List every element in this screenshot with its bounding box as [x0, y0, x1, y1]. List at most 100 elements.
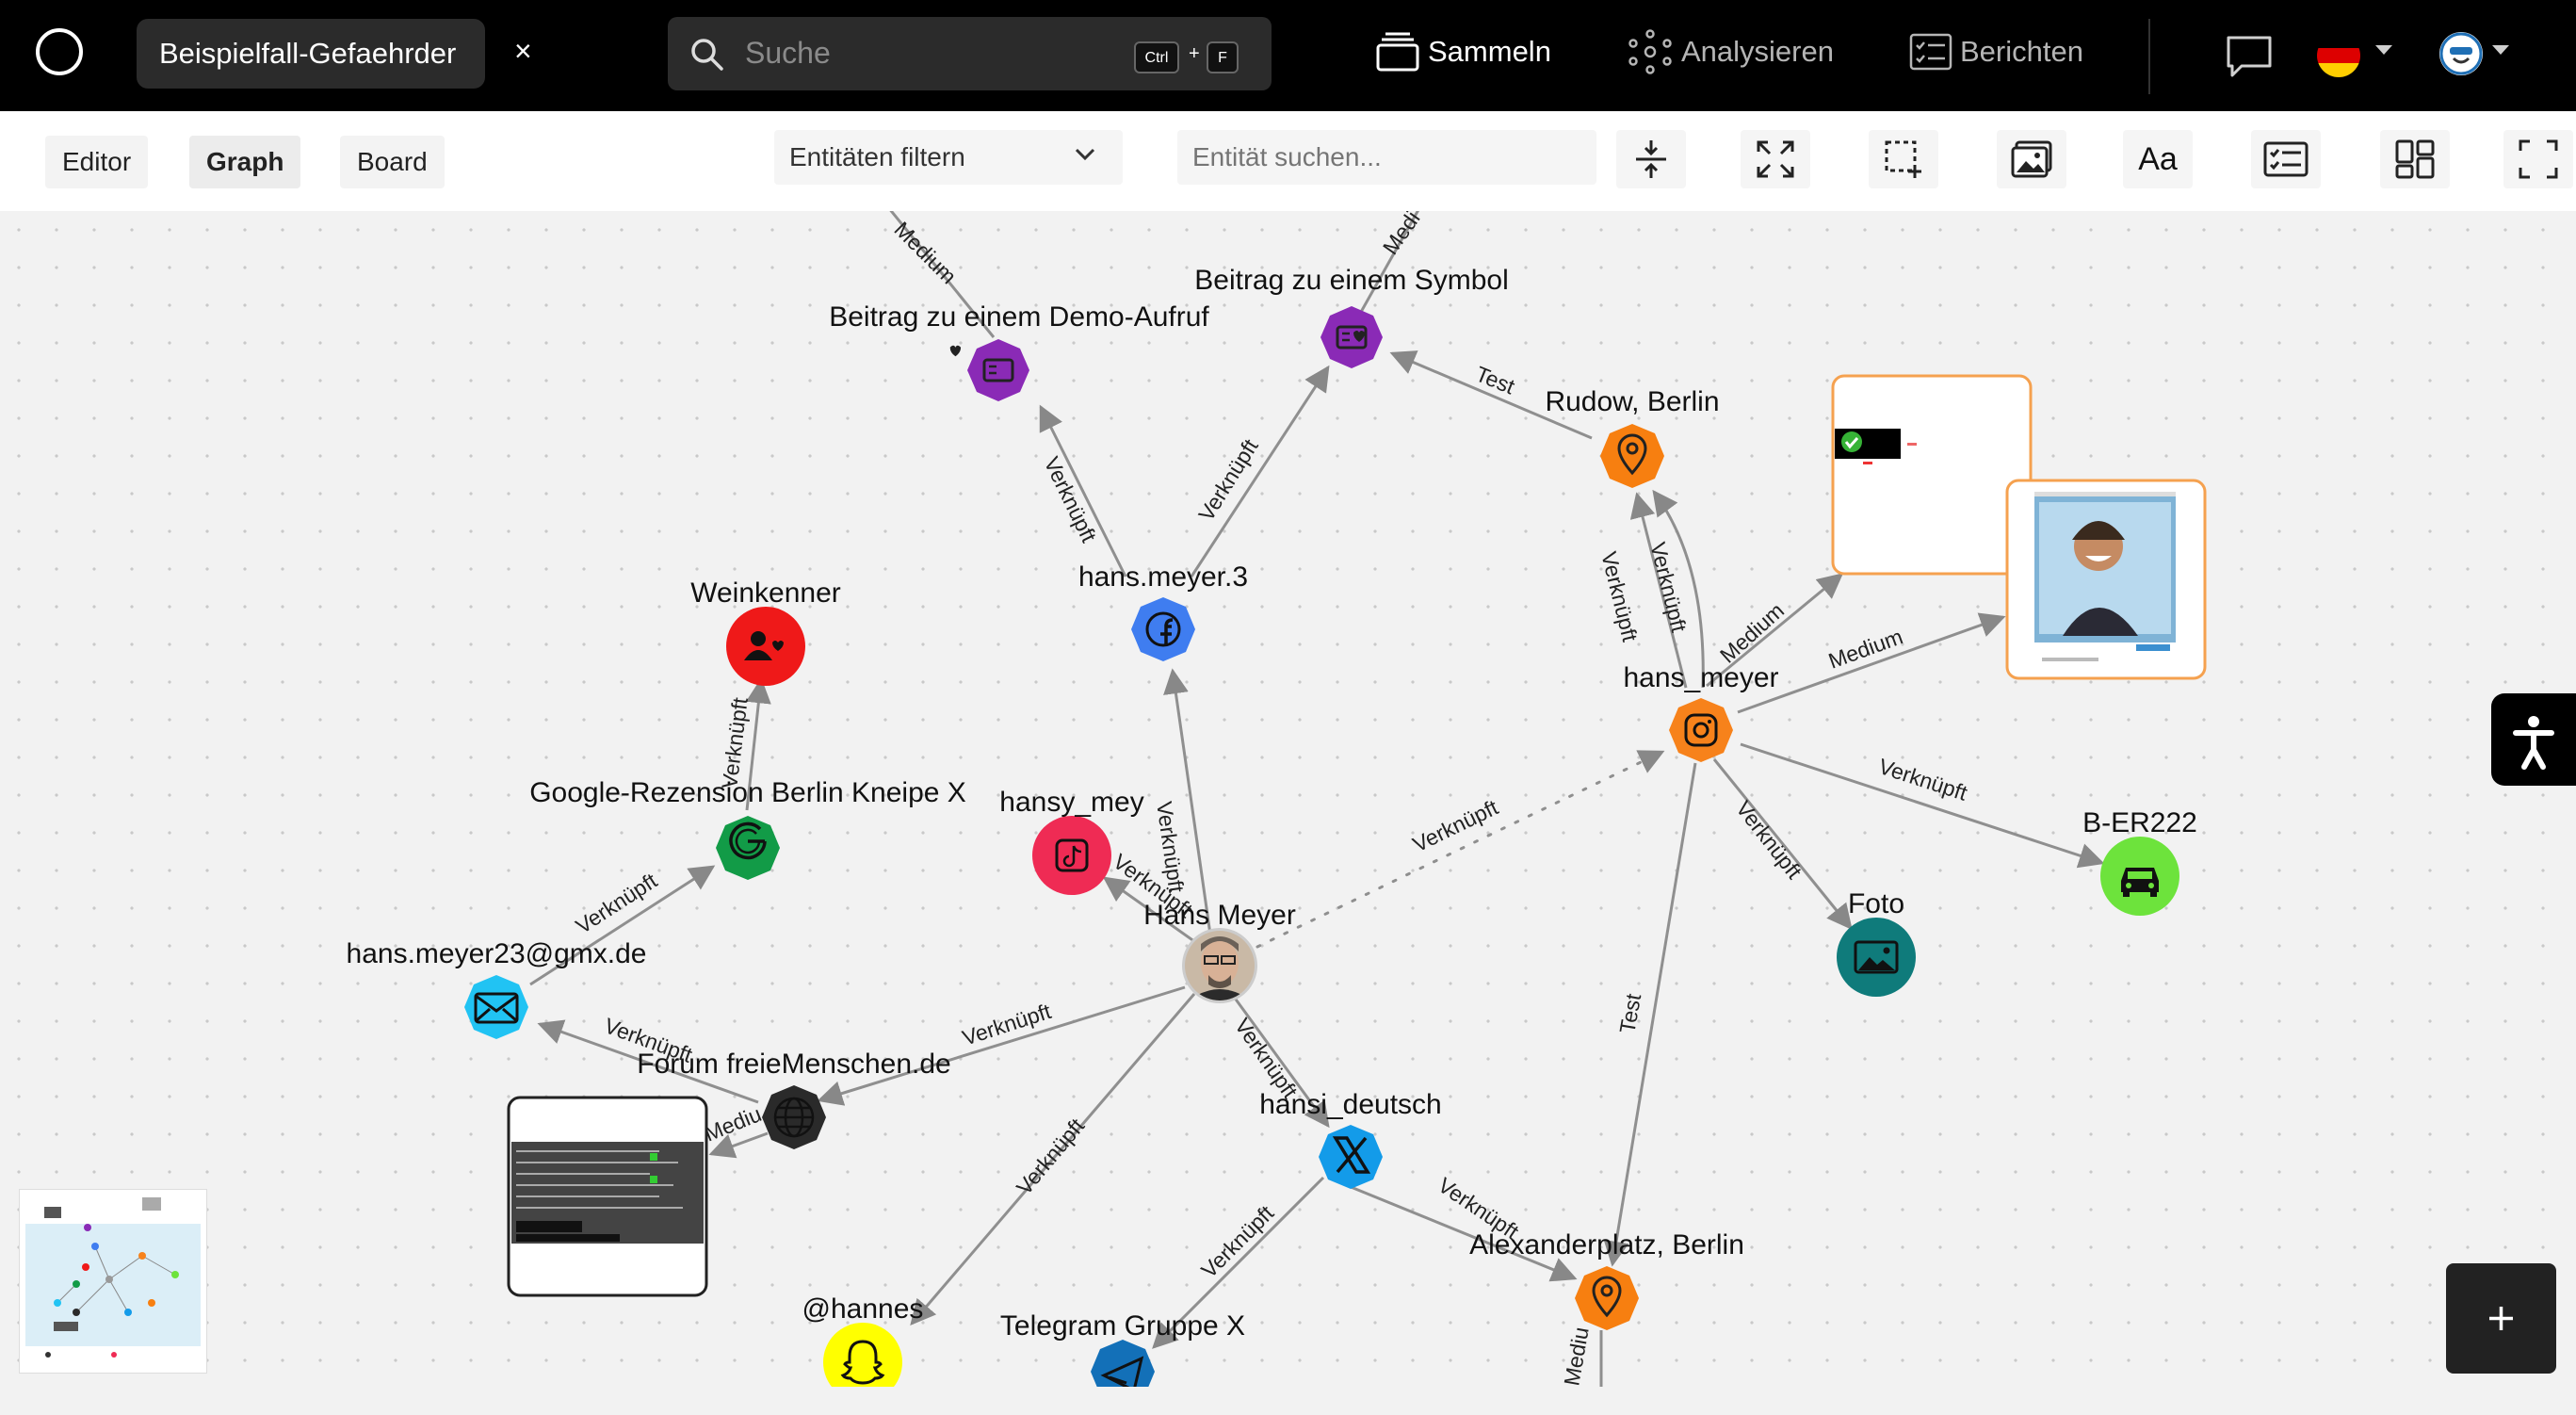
edge-label-ig-photo: Verknüpft: [1731, 796, 1807, 884]
node-twitter[interactable]: [1319, 1125, 1383, 1189]
graph-minimap[interactable]: [19, 1189, 207, 1374]
label-twitter: hansi_deutsch: [1259, 1089, 1441, 1120]
tab-editor[interactable]: Editor: [45, 136, 149, 188]
node-email[interactable]: [464, 975, 528, 1039]
label-photo: Foto: [1848, 888, 1904, 919]
node-plate[interactable]: [2100, 837, 2179, 916]
entity-search-input[interactable]: [1177, 130, 1596, 185]
node-rudow[interactable]: [1600, 424, 1664, 488]
tab-board[interactable]: Board: [340, 136, 445, 188]
image-icon: [2011, 140, 2052, 178]
report-list-icon: [1909, 33, 1952, 71]
shortcut-f-key: F: [1207, 41, 1239, 73]
graph-svg[interactable]: Verknüpft Verknüpft Verknüpft Verknüpft …: [0, 211, 2576, 1387]
top-navigation-bar: Beispielfall-Gefaehrder × Suche Ctrl + F…: [0, 0, 2576, 111]
edge-label-twitter-telegram: Verknüpft: [1196, 1200, 1279, 1283]
label-fb-account: hans.meyer.3: [1078, 561, 1248, 593]
edge-hans-forum[interactable]: [817, 985, 1186, 1106]
compress-vertical-icon: [1636, 140, 1666, 178]
node-snapchat[interactable]: [823, 1323, 902, 1387]
image-node-post-screenshot[interactable]: [1831, 374, 2033, 576]
label-symbol-post: Beitrag zu einem Symbol: [1194, 265, 1509, 296]
nav-divider: [2148, 19, 2150, 94]
edge-label-google-weinkenner: Verknüpft: [717, 695, 753, 789]
node-instagram[interactable]: [1669, 698, 1733, 762]
node-symbol-post[interactable]: [1320, 306, 1383, 368]
edge-label-demo-top: Medium: [889, 217, 961, 288]
stack-icon: [1376, 32, 1419, 72]
entity-filter-label: Entitäten filtern: [789, 142, 965, 171]
nav-collect-label: Sammeln: [1428, 35, 1551, 68]
nav-collect[interactable]: Sammeln: [1375, 28, 1551, 75]
fullscreen-icon: [2519, 139, 2558, 179]
compact-layout-button[interactable]: [1616, 130, 1686, 188]
search-placeholder: Suche: [745, 36, 831, 70]
image-node-screenshot[interactable]: [507, 1096, 708, 1297]
fit-view-button[interactable]: [1741, 130, 1810, 188]
edge-label-forum-screenshot: Mediu: [701, 1101, 765, 1147]
edge-label-ig-image1: Medium: [1715, 598, 1789, 668]
graph-canvas[interactable]: Verknüpft Verknüpft Verknüpft Verknüpft …: [0, 211, 2576, 1387]
case-tab-label: Beispielfall-Gefaehrder: [159, 37, 457, 70]
edge-label-hans-snapchat: Verknüpft: [1012, 1114, 1090, 1200]
node-alexanderplatz[interactable]: [1575, 1266, 1639, 1330]
font-size-label: Aa: [2138, 140, 2178, 177]
node-tiktok[interactable]: [1032, 816, 1111, 895]
node-telegram[interactable]: [1091, 1340, 1155, 1387]
user-avatar[interactable]: [2439, 32, 2483, 75]
nav-analyze[interactable]: Analysieren: [1627, 28, 1834, 75]
user-avatar-icon: [2439, 32, 2483, 75]
edge-label-fb-symbol: Verknüpft: [1193, 434, 1263, 526]
close-case-icon[interactable]: ×: [514, 36, 532, 66]
edge-hans-instagram[interactable]: [1256, 750, 1665, 949]
image-view-button[interactable]: [1997, 130, 2066, 188]
edge-fb-symbol[interactable]: [1190, 365, 1330, 577]
node-demo-post[interactable]: [949, 339, 1029, 401]
grid-layout-button[interactable]: [2380, 130, 2450, 188]
list-view-button[interactable]: [2251, 130, 2321, 188]
german-flag-icon[interactable]: [2317, 34, 2360, 77]
label-hans-meyer: Hans Meyer: [1143, 900, 1296, 931]
accessibility-icon: [2513, 716, 2554, 770]
user-menu-chevron-down-icon[interactable]: [2492, 45, 2509, 55]
label-plate: B-ER222: [2082, 807, 2197, 838]
fullscreen-button[interactable]: [2503, 130, 2573, 188]
edge-label-rudow-symbol: Test: [1472, 362, 1518, 399]
case-tab[interactable]: Beispielfall-Gefaehrder: [137, 19, 485, 89]
search-icon: [691, 39, 723, 71]
label-email: hans.meyer23@gmx.de: [347, 938, 647, 969]
node-forum[interactable]: [762, 1085, 826, 1149]
app-logo-icon[interactable]: [36, 28, 83, 75]
minimap-preview: [44, 1197, 179, 1358]
nav-report[interactable]: Berichten: [1909, 28, 2083, 75]
language-chevron-down-icon[interactable]: [2375, 45, 2392, 55]
edge-ig-plate[interactable]: [1740, 742, 2105, 869]
label-telegram: Telegram Gruppe X: [1000, 1310, 1245, 1342]
accessibility-button[interactable]: [2491, 693, 2576, 786]
selection-add-icon: [1885, 140, 1921, 178]
label-tiktok: hansy_mey: [999, 787, 1143, 818]
edge-label-hans-instagram: Verknüpft: [1409, 794, 1502, 856]
node-weinkenner[interactable]: [726, 607, 805, 686]
add-selection-button[interactable]: [1869, 130, 1938, 188]
add-entity-button[interactable]: [2446, 1263, 2556, 1374]
grid-icon: [2395, 139, 2435, 179]
entity-filter-select[interactable]: Entitäten filtern: [774, 130, 1123, 185]
node-hans-meyer[interactable]: [1182, 928, 1257, 1003]
node-photo[interactable]: [1837, 918, 1916, 997]
font-size-button[interactable]: Aa: [2123, 130, 2193, 188]
global-search[interactable]: Suche Ctrl + F: [668, 17, 1272, 90]
tab-graph[interactable]: Graph: [189, 136, 301, 188]
graph-toolbar: Editor Graph Board Entitäten filtern Ent…: [0, 111, 2576, 212]
image-node-instagram-photo[interactable]: [2005, 479, 2207, 680]
node-google-review[interactable]: [716, 816, 780, 880]
chat-icon[interactable]: [2225, 34, 2274, 79]
node-fb-account[interactable]: [1131, 597, 1195, 661]
shortcut-plus: +: [1189, 43, 1200, 64]
network-icon: [1628, 29, 1672, 74]
edge-label-symbol-top: Medi: [1378, 211, 1425, 259]
label-weinkenner: Weinkenner: [690, 577, 841, 609]
edge-label-alexanderplatz-down: Mediu: [1559, 1326, 1593, 1387]
label-alexanderplatz: Alexanderplatz, Berlin: [1469, 1229, 1744, 1260]
label-snapchat: @hannes: [802, 1293, 924, 1325]
